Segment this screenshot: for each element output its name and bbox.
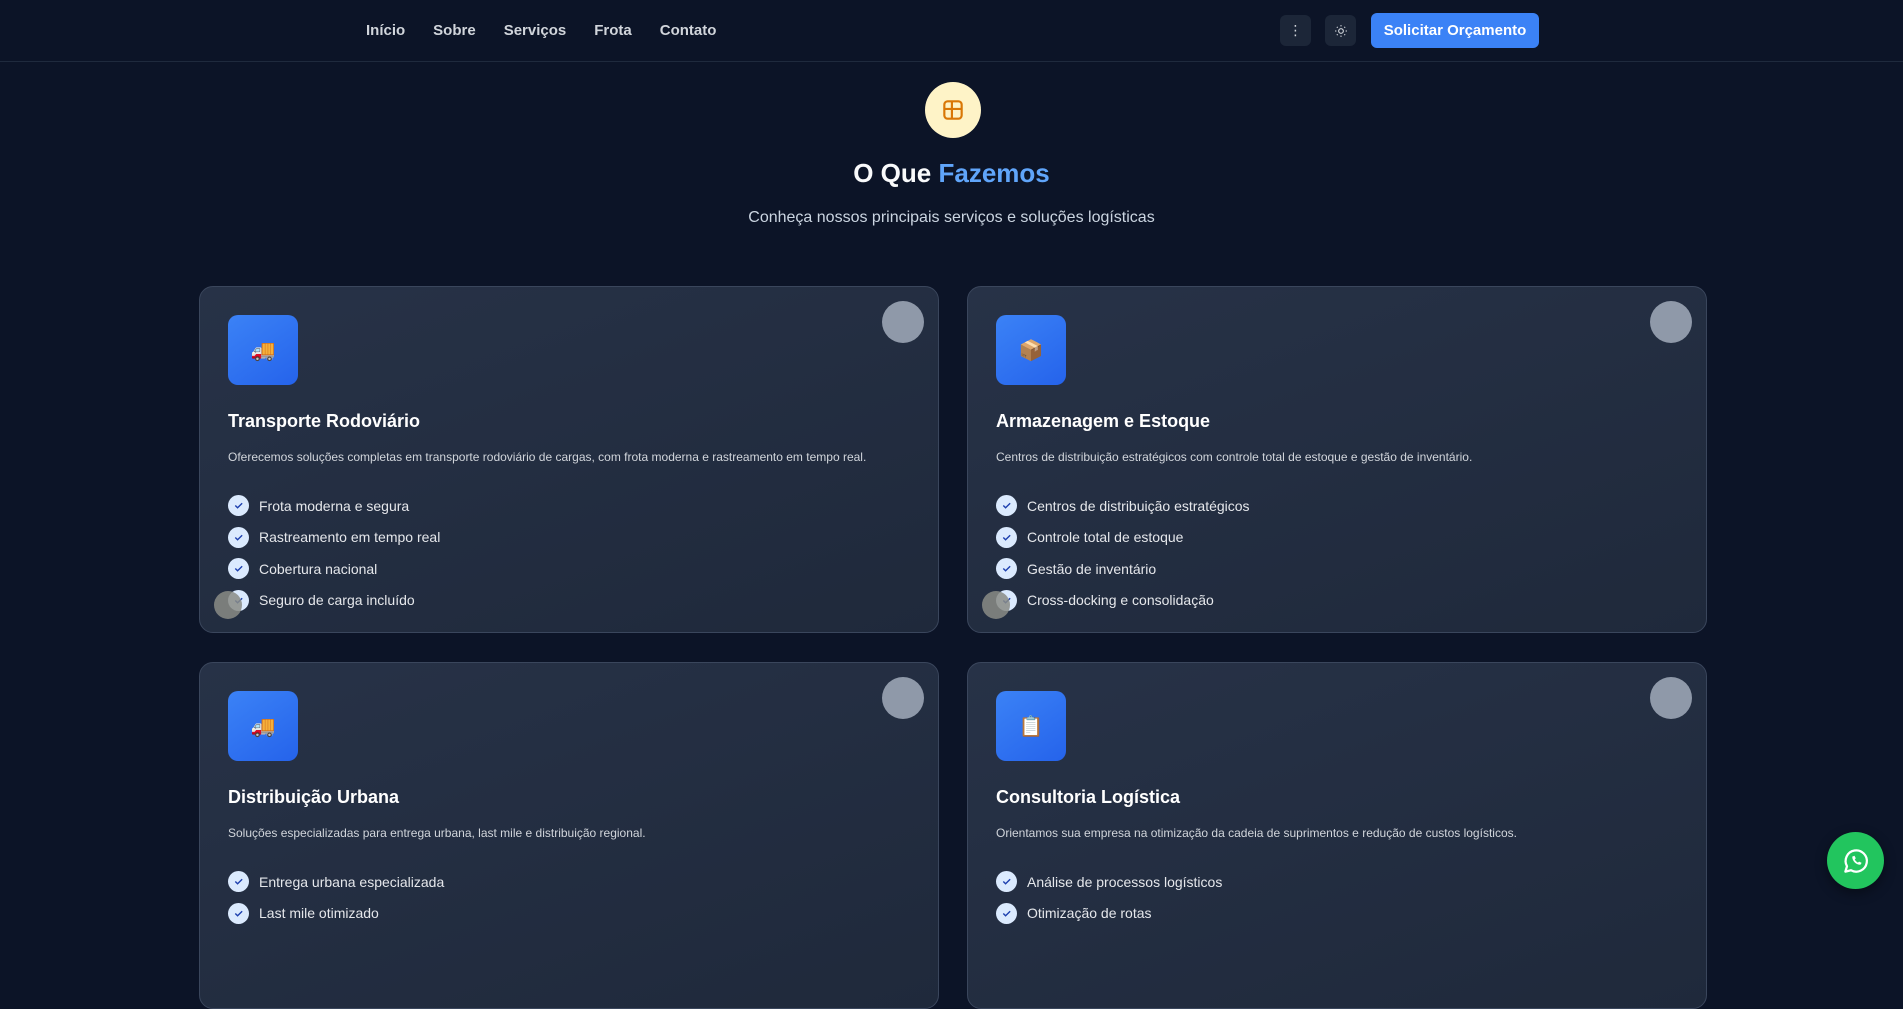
card-decoration-dot: [982, 591, 1010, 619]
request-quote-button[interactable]: Solicitar Orçamento: [1371, 13, 1539, 48]
feature-list: Entrega urbana especializada Last mile o…: [228, 866, 444, 929]
card-title: Consultoria Logística: [996, 787, 1181, 807]
feature-item: Gestão de inventário: [996, 553, 1250, 585]
nav-link-inicio[interactable]: Início: [366, 22, 405, 39]
section-title-main: O Que: [853, 158, 939, 188]
main-nav: Início Sobre Serviços Frota Contato: [366, 22, 716, 39]
section-badge: [925, 82, 981, 138]
section-title-accent: Fazemos: [938, 158, 1050, 188]
feature-item: Cross-docking e consolidação: [996, 585, 1250, 617]
check-icon: [996, 558, 1017, 580]
check-icon: [228, 558, 249, 580]
nav-link-contato[interactable]: Contato: [660, 22, 717, 39]
feature-item: Análise de processos logísticos: [996, 866, 1222, 898]
more-options-button[interactable]: ⋮: [1280, 15, 1311, 46]
whatsapp-button[interactable]: [1827, 832, 1884, 889]
card-description: Soluções especializadas para entrega urb…: [228, 826, 646, 840]
card-title: Distribuição Urbana: [228, 787, 400, 807]
nav-link-servicos[interactable]: Serviços: [504, 22, 567, 39]
check-icon: [996, 526, 1017, 548]
feature-list: Análise de processos logísticos Otimizaç…: [996, 866, 1222, 929]
check-icon: [996, 902, 1017, 924]
service-card-consultoria: 📋 Consultoria Logística Orientamos sua e…: [967, 662, 1707, 1009]
card-icon-badge: 📋: [996, 691, 1066, 761]
feature-item: Entrega urbana especializada: [228, 866, 444, 898]
check-icon: [228, 495, 249, 517]
feature-item: Seguro de carga incluído: [228, 585, 440, 617]
truck-icon: 🚚: [250, 715, 276, 738]
section-title: O Que Fazemos: [0, 158, 1903, 189]
card-decoration-circle: [882, 677, 924, 719]
card-decoration-dot: [214, 591, 242, 619]
check-icon: [996, 871, 1017, 893]
card-icon-badge: 🚚: [228, 691, 298, 761]
card-decoration-circle: [1650, 677, 1692, 719]
service-card-transporte: 🚚 Transporte Rodoviário Oferecemos soluç…: [199, 286, 939, 633]
check-icon: [996, 495, 1017, 517]
card-description: Orientamos sua empresa na otimização da …: [996, 826, 1517, 840]
feature-item: Centros de distribuição estratégicos: [996, 490, 1250, 522]
more-vertical-icon: ⋮: [1288, 22, 1303, 38]
card-icon-badge: 🚚: [228, 315, 298, 385]
feature-item: Controle total de estoque: [996, 522, 1250, 554]
card-description: Centros de distribuição estratégicos com…: [996, 450, 1473, 464]
service-card-armazenagem: 📦 Armazenagem e Estoque Centros de distr…: [967, 286, 1707, 633]
package-icon: [943, 100, 963, 120]
feature-list: Frota moderna e segura Rastreamento em t…: [228, 490, 440, 616]
service-card-distribuicao: 🚚 Distribuição Urbana Soluções especiali…: [199, 662, 939, 1009]
card-description: Oferecemos soluções completas em transpo…: [228, 450, 867, 464]
nav-link-sobre[interactable]: Sobre: [433, 22, 476, 39]
feature-item: Cobertura nacional: [228, 553, 440, 585]
section-subtitle: Conheça nossos principais serviços e sol…: [748, 209, 1155, 226]
card-icon-badge: 📦: [996, 315, 1066, 385]
nav-link-frota[interactable]: Frota: [594, 22, 632, 39]
truck-icon: 🚚: [250, 339, 276, 362]
sun-icon: [1334, 24, 1347, 37]
clipboard-icon: 📋: [1018, 715, 1044, 738]
check-icon: [228, 526, 249, 548]
feature-item: Last mile otimizado: [228, 898, 444, 930]
check-icon: [228, 871, 249, 893]
card-title: Transporte Rodoviário: [228, 411, 421, 431]
feature-list: Centros de distribuição estratégicos Con…: [996, 490, 1250, 616]
check-icon: [228, 902, 249, 924]
card-decoration-circle: [882, 301, 924, 343]
feature-item: Otimização de rotas: [996, 898, 1222, 930]
whatsapp-icon: [1843, 848, 1868, 873]
feature-item: Rastreamento em tempo real: [228, 522, 440, 554]
box-icon: 📦: [1018, 339, 1044, 362]
top-navbar: Início Sobre Serviços Frota Contato ⋮ So…: [0, 0, 1903, 62]
card-decoration-circle: [1650, 301, 1692, 343]
theme-toggle-button[interactable]: [1325, 15, 1356, 46]
feature-item: Frota moderna e segura: [228, 490, 440, 522]
card-title: Armazenagem e Estoque: [996, 411, 1211, 431]
